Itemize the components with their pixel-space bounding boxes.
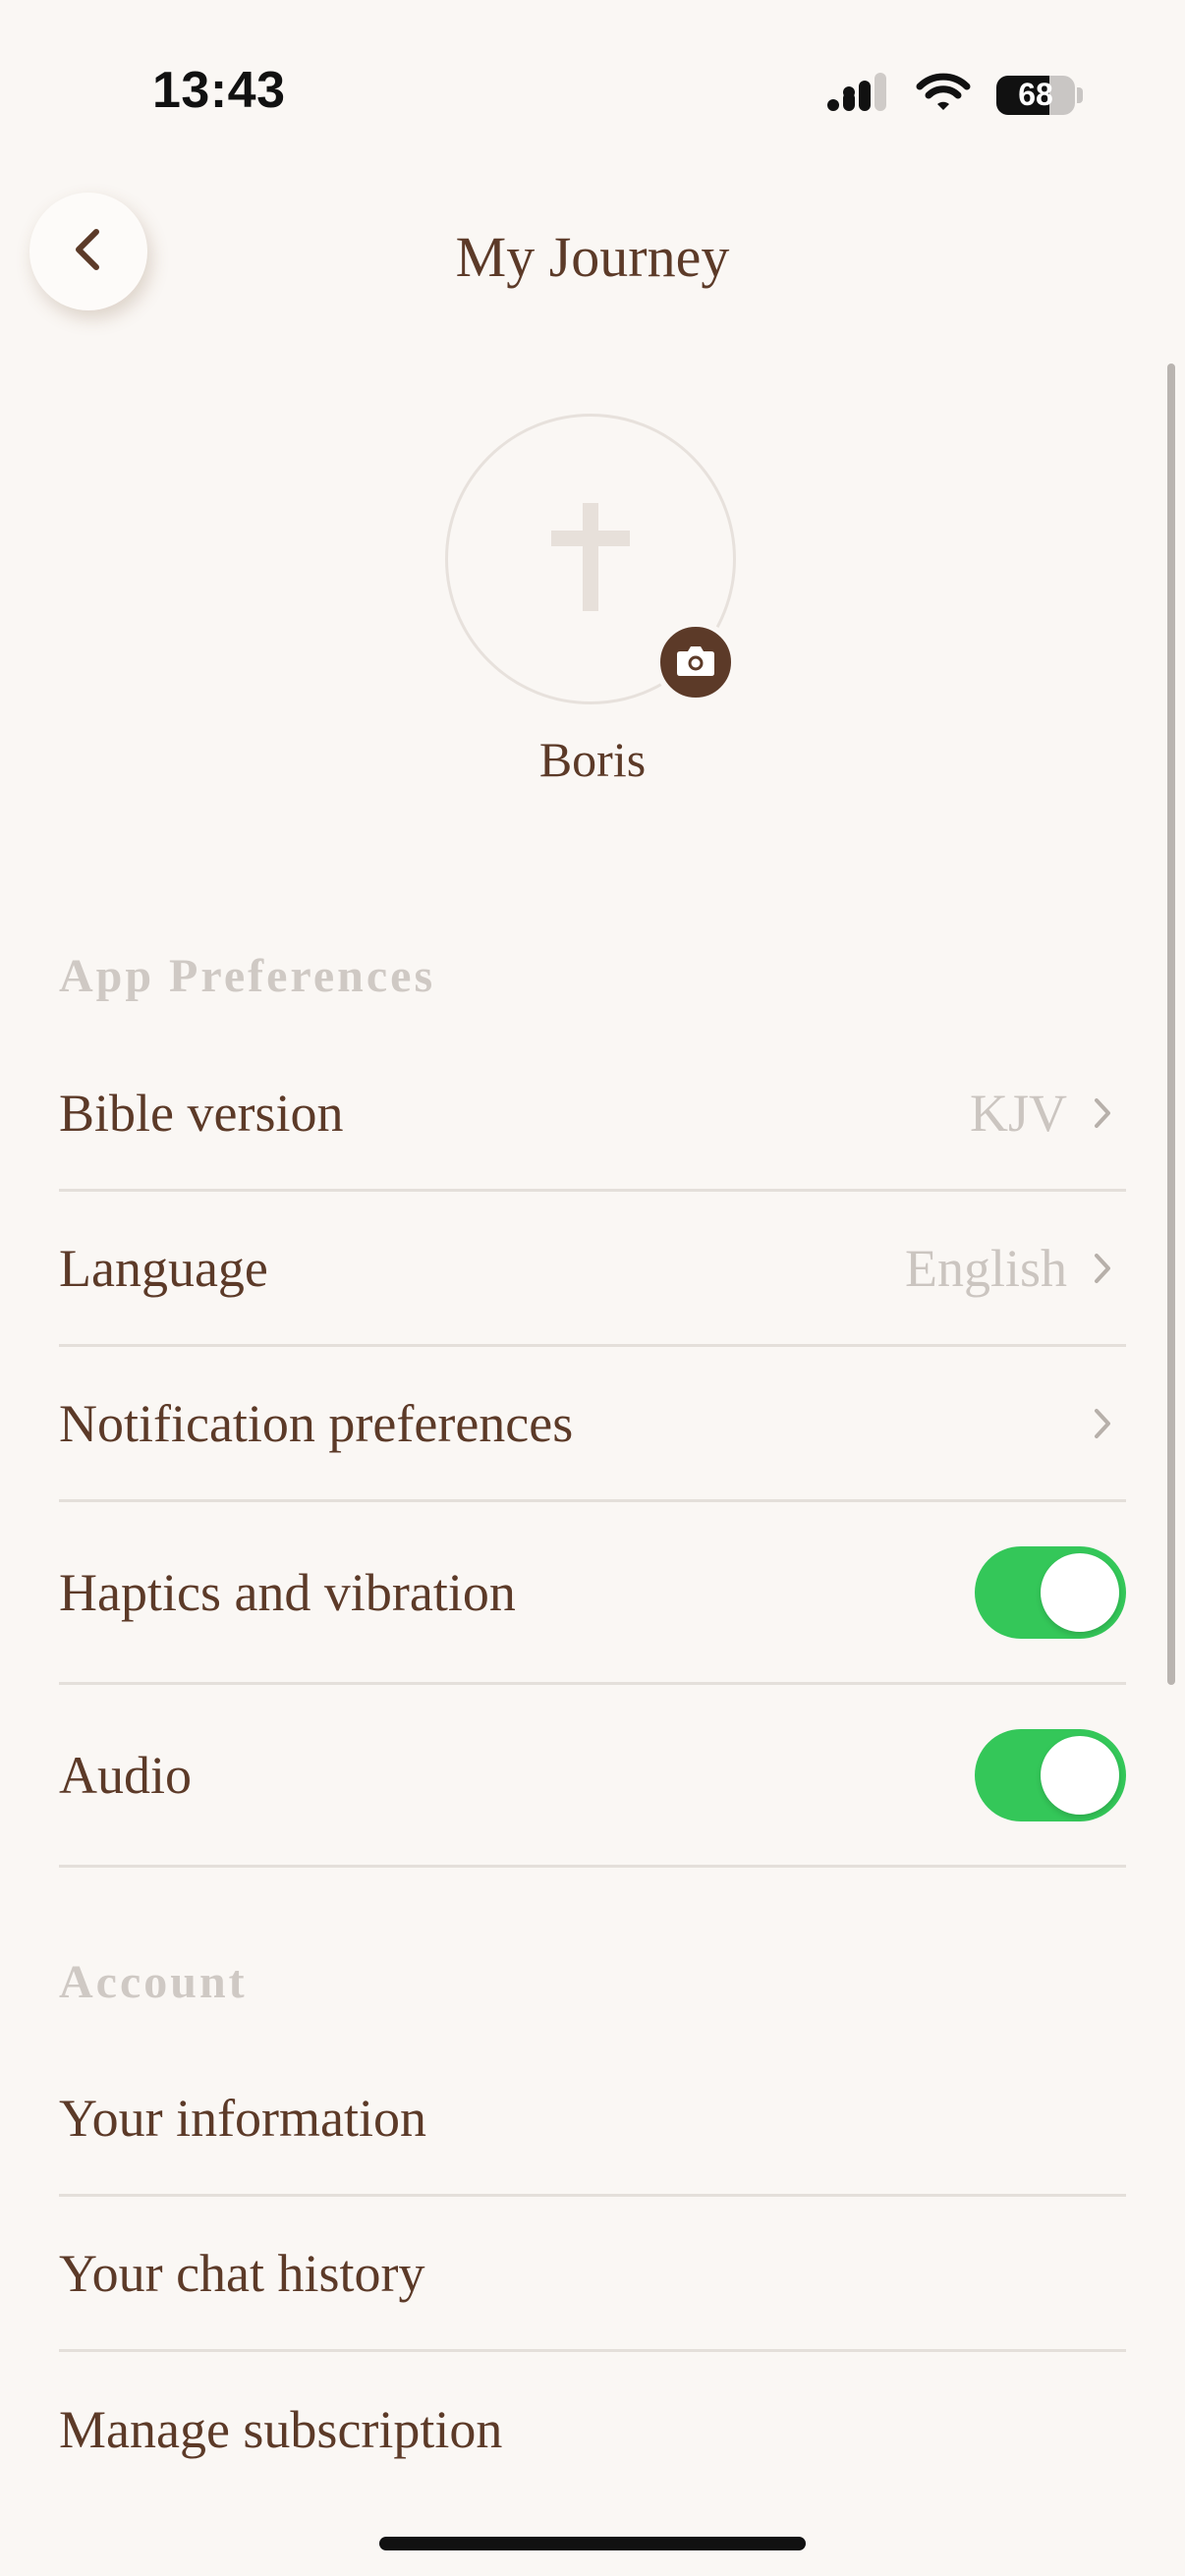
cellular-signal-icon xyxy=(827,73,890,117)
audio-row: Audio xyxy=(59,1685,1126,1868)
language-label: Language xyxy=(59,1238,268,1298)
home-indicator[interactable] xyxy=(379,2537,806,2550)
notification-preferences-right xyxy=(1089,1404,1126,1443)
bible-version-label: Bible version xyxy=(59,1083,344,1143)
haptics-toggle[interactable] xyxy=(975,1545,1126,1639)
chevron-right-icon xyxy=(1089,1404,1116,1443)
page-title: My Journey xyxy=(455,225,730,289)
status-time: 13:43 xyxy=(152,62,286,119)
toggle-knob xyxy=(1041,1735,1119,1815)
change-photo-button[interactable] xyxy=(654,621,737,703)
language-value: English xyxy=(904,1238,1067,1298)
chevron-right-icon xyxy=(1089,1093,1116,1133)
cross-icon xyxy=(551,502,630,616)
language-right: English xyxy=(905,1238,1126,1299)
section-header-app-preferences: App Preferences xyxy=(59,950,436,1002)
wifi-icon xyxy=(916,73,971,117)
haptics-row: Haptics and vibration xyxy=(59,1502,1126,1685)
manage-subscription-row[interactable]: Manage subscription xyxy=(59,2352,1126,2507)
status-icons: 68 xyxy=(827,73,1083,117)
battery-cap xyxy=(1077,86,1083,103)
your-information-row[interactable]: Your information xyxy=(59,2042,1126,2197)
camera-icon xyxy=(676,644,715,682)
battery-indicator: 68 xyxy=(996,75,1083,115)
notification-preferences-row[interactable]: Notification preferences xyxy=(59,1347,1126,1502)
chat-history-label: Your chat history xyxy=(59,2243,425,2303)
section-header-account: Account xyxy=(59,1956,248,2008)
toggle-knob xyxy=(1041,1552,1119,1632)
manage-subscription-label: Manage subscription xyxy=(59,2400,503,2459)
your-information-label: Your information xyxy=(59,2088,427,2148)
battery-percent: 68 xyxy=(1018,77,1053,112)
battery-icon: 68 xyxy=(996,75,1075,115)
chevron-right-icon xyxy=(1089,1249,1116,1288)
notification-preferences-label: Notification preferences xyxy=(59,1393,574,1453)
language-row[interactable]: Language English xyxy=(59,1192,1126,1347)
bible-version-value: KJV xyxy=(969,1083,1067,1143)
audio-label: Audio xyxy=(59,1745,192,1805)
bible-version-right: KJV xyxy=(970,1083,1126,1144)
bible-version-row[interactable]: Bible version KJV xyxy=(59,1036,1126,1192)
chat-history-row[interactable]: Your chat history xyxy=(59,2197,1126,2352)
audio-toggle[interactable] xyxy=(975,1728,1126,1821)
scrollbar[interactable] xyxy=(1167,364,1175,1685)
user-name: Boris xyxy=(538,732,647,787)
haptics-label: Haptics and vibration xyxy=(59,1562,516,1622)
